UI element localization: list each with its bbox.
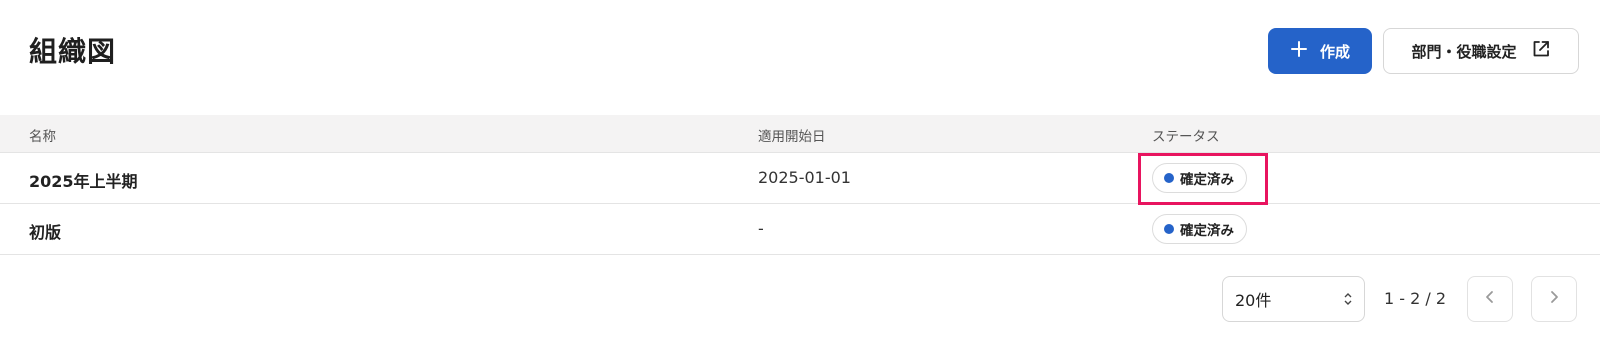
chevron-right-icon: [1546, 289, 1562, 309]
status-badge: 確定済み: [1152, 163, 1247, 193]
plus-icon: [1290, 38, 1308, 62]
table-row[interactable]: 2025年上半期 2025-01-01 確定済み: [0, 153, 1600, 204]
status-label: 確定済み: [1180, 172, 1234, 188]
column-header-status: ステータス: [1152, 129, 1220, 145]
status-badge: 確定済み: [1152, 214, 1247, 244]
column-header-start-date: 適用開始日: [758, 129, 826, 145]
dept-settings-label: 部門・役職設定: [1411, 42, 1517, 61]
pagination-range: 1 - 2 / 2: [1384, 289, 1447, 308]
select-arrows-icon: [1344, 292, 1352, 306]
page-size-select[interactable]: 20件: [1222, 276, 1365, 322]
dept-settings-button[interactable]: 部門・役職設定: [1383, 28, 1579, 74]
column-header-name: 名称: [29, 129, 56, 145]
row-start-date: 2025-01-01: [758, 168, 851, 187]
chevron-left-icon: [1482, 289, 1498, 309]
table-row[interactable]: 初版 - 確定済み: [0, 204, 1600, 255]
row-start-date: -: [758, 219, 764, 238]
status-label: 確定済み: [1180, 223, 1234, 239]
page-title: 組織図: [29, 35, 117, 68]
row-name: 初版: [29, 223, 62, 242]
external-link-icon: [1531, 39, 1551, 63]
next-page-button[interactable]: [1531, 276, 1577, 322]
page-size-value: 20件: [1235, 291, 1272, 310]
row-name: 2025年上半期: [29, 172, 138, 191]
status-dot-icon: [1164, 173, 1174, 183]
create-button[interactable]: 作成: [1268, 28, 1372, 74]
table-header: 名称 適用開始日 ステータス: [0, 115, 1600, 153]
status-dot-icon: [1164, 224, 1174, 234]
create-button-label: 作成: [1319, 42, 1350, 61]
prev-page-button[interactable]: [1467, 276, 1513, 322]
